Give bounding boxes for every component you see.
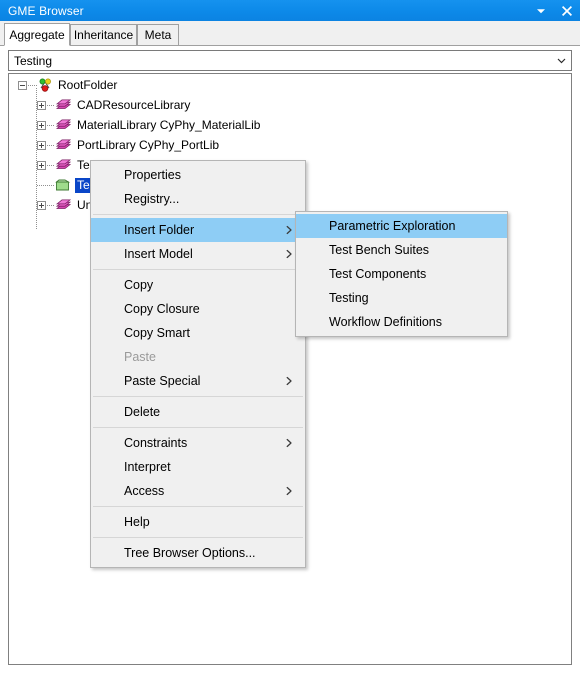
tree-connector-horizontal: [47, 165, 55, 166]
context-menu-item-interpret[interactable]: Interpret: [91, 455, 305, 479]
close-button[interactable]: [554, 0, 580, 21]
context-menu-item-label: Access: [124, 484, 165, 498]
context-menu-item-delete[interactable]: Delete: [91, 400, 305, 424]
tree-node-label: PortLibrary CyPhy_PortLib: [77, 138, 220, 152]
submenu-item-label: Test Bench Suites: [329, 243, 430, 257]
submenu-item-label: Test Components: [329, 267, 427, 281]
submenu-item-label: Workflow Definitions: [329, 315, 443, 329]
context-menu-separator: [93, 506, 303, 507]
submenu-item-workflow-definitions[interactable]: Workflow Definitions: [296, 310, 507, 334]
context-menu-item-label: Help: [124, 515, 150, 529]
tab-meta-label: Meta: [144, 28, 172, 42]
context-menu-item-paste-special[interactable]: Paste Special: [91, 369, 305, 393]
insert-folder-submenu[interactable]: Parametric Exploration Test Bench Suites T…: [295, 211, 508, 337]
context-menu-separator: [93, 396, 303, 397]
context-menu-item-label: Insert Model: [124, 247, 193, 261]
context-menu-item-label: Constraints: [124, 436, 188, 450]
tree-expander-cadresourcelibrary[interactable]: [37, 101, 46, 110]
context-menu-item-label: Paste: [124, 350, 156, 364]
context-menu-item-copy[interactable]: Copy: [91, 273, 305, 297]
gme-browser-window: GME Browser Aggregate Inheritance Meta T…: [0, 0, 580, 674]
context-menu-separator: [93, 269, 303, 270]
tree-connector-horizontal: [28, 85, 37, 86]
context-menu-item-label: Copy Smart: [124, 326, 190, 340]
tree-node-label: RootFolder: [58, 78, 118, 92]
submenu-item-test-bench-suites[interactable]: Test Bench Suites: [296, 238, 507, 262]
chevron-down-icon: [557, 58, 565, 64]
context-menu-item-properties[interactable]: Properties: [91, 163, 305, 187]
tree-connector-horizontal: [47, 145, 55, 146]
tab-aggregate[interactable]: Aggregate: [4, 23, 70, 46]
context-menu-item-paste: Paste: [91, 345, 305, 369]
submenu-item-testing[interactable]: Testing: [296, 286, 507, 310]
context-menu-item-label: Delete: [124, 405, 161, 419]
library-books-icon: [55, 139, 72, 152]
collapse-button[interactable]: [528, 0, 554, 21]
context-menu[interactable]: Properties Registry... Insert Folder Insert…: [90, 160, 306, 568]
context-menu-item-label: Registry...: [124, 192, 180, 206]
context-menu-separator: [93, 214, 303, 215]
tab-inheritance-label: Inheritance: [73, 28, 134, 42]
context-menu-item-insert-model[interactable]: Insert Model: [91, 242, 305, 266]
folder-select-combobox[interactable]: Testing: [8, 50, 572, 71]
context-menu-item-label: Tree Browser Options...: [124, 546, 256, 560]
submenu-item-test-components[interactable]: Test Components: [296, 262, 507, 286]
tree-expander-testbenchlibrary[interactable]: [37, 161, 46, 170]
chevron-right-icon: [285, 438, 294, 449]
tree-expander-rootfolder[interactable]: [18, 81, 27, 90]
tree-expander-portlibrary[interactable]: [37, 141, 46, 150]
chevron-right-icon: [285, 249, 294, 260]
chevron-right-icon: [285, 486, 294, 497]
context-menu-item-registry[interactable]: Registry...: [91, 187, 305, 211]
submenu-item-label: Testing: [329, 291, 369, 305]
library-books-icon: [55, 199, 72, 212]
tab-strip: Aggregate Inheritance Meta: [0, 21, 580, 46]
context-menu-item-label: Paste Special: [124, 374, 201, 388]
context-menu-item-help[interactable]: Help: [91, 510, 305, 534]
tree-node-label: CADResourceLibrary: [77, 98, 191, 112]
context-menu-item-label: Copy Closure: [124, 302, 200, 316]
tree-connector-horizontal: [47, 205, 55, 206]
window-title: GME Browser: [8, 3, 84, 18]
context-menu-item-copy-smart[interactable]: Copy Smart: [91, 321, 305, 345]
submenu-item-parametric-exploration[interactable]: Parametric Exploration: [296, 214, 507, 238]
library-books-icon: [55, 99, 72, 112]
chevron-right-icon: [285, 225, 294, 236]
combobox-dropdown-button[interactable]: [551, 55, 571, 66]
context-menu-item-tree-browser-options[interactable]: Tree Browser Options...: [91, 541, 305, 565]
tab-meta[interactable]: Meta: [137, 24, 179, 46]
context-menu-separator: [93, 537, 303, 538]
tab-aggregate-label: Aggregate: [9, 27, 65, 42]
context-menu-item-constraints[interactable]: Constraints: [91, 431, 305, 455]
chevron-right-icon: [285, 376, 294, 387]
tree-connector-horizontal: [37, 185, 55, 186]
close-icon: [561, 5, 573, 16]
context-menu-item-insert-folder[interactable]: Insert Folder: [91, 218, 305, 242]
context-menu-separator: [93, 427, 303, 428]
rootfolder-balls-icon: [37, 78, 53, 93]
context-menu-item-label: Properties: [124, 168, 181, 182]
library-books-icon: [55, 159, 72, 172]
title-bar: GME Browser: [0, 0, 580, 21]
chevron-down-icon: [537, 8, 545, 13]
context-menu-item-copy-closure[interactable]: Copy Closure: [91, 297, 305, 321]
context-menu-item-access[interactable]: Access: [91, 479, 305, 503]
folder-select-value: Testing: [14, 53, 53, 68]
library-books-icon: [55, 119, 72, 132]
tree-node-label: MaterialLibrary CyPhy_MaterialLib: [77, 118, 261, 132]
context-menu-item-label: Copy: [124, 278, 154, 292]
tab-inheritance[interactable]: Inheritance: [70, 24, 137, 46]
submenu-item-label: Parametric Exploration: [329, 219, 456, 233]
context-menu-item-label: Insert Folder: [124, 223, 195, 237]
tree-expander-materiallibrary[interactable]: [37, 121, 46, 130]
context-menu-item-label: Interpret: [124, 460, 171, 474]
green-folder-icon: [55, 179, 72, 192]
tree-connector-horizontal: [47, 105, 55, 106]
tree-connector-horizontal: [47, 125, 55, 126]
tree-expander-unitlibrary[interactable]: [37, 201, 46, 210]
